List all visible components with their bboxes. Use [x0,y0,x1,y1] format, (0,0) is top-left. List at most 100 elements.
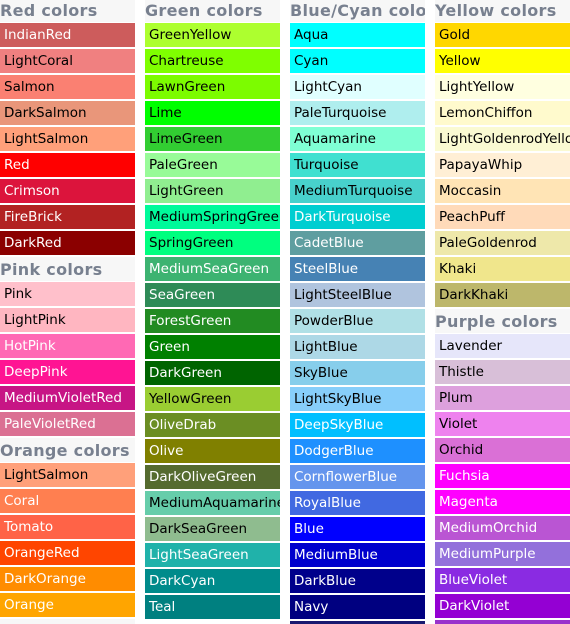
color-swatch[interactable]: Orchid [435,438,570,462]
color-swatch[interactable]: DarkGreen [145,361,280,385]
color-swatch[interactable]: LightGoldenrodYellow [435,127,570,151]
color-swatch[interactable]: Khaki [435,257,570,281]
color-swatch[interactable]: DeepPink [0,360,135,384]
color-swatch[interactable]: CornflowerBlue [290,465,425,489]
color-swatch[interactable]: LightCoral [0,49,135,73]
section-header: Pink colors [0,257,135,281]
color-swatch[interactable]: LightGreen [145,179,280,203]
color-swatch[interactable]: Olive [145,439,280,463]
color-swatch[interactable]: PeachPuff [435,205,570,229]
color-swatch[interactable]: LightSteelBlue [290,283,425,307]
color-swatch[interactable]: DodgerBlue [290,439,425,463]
color-swatch[interactable]: DarkOrchid [435,620,570,624]
color-swatch[interactable]: LightPink [0,308,135,332]
column-yellow-purple: Yellow colors Gold Yellow LightYellow LemonC… [435,0,570,624]
color-swatch[interactable]: Aqua [290,23,425,47]
color-swatch[interactable]: Lime [145,101,280,125]
color-swatch[interactable]: Turquoise [290,153,425,177]
color-swatch[interactable]: RoyalBlue [290,491,425,515]
section-header: Orange colors [0,438,135,462]
color-swatch[interactable]: Teal [145,595,280,619]
color-swatch[interactable]: IndianRed [0,23,135,47]
color-swatch[interactable]: HotPink [0,334,135,358]
color-swatch[interactable]: BlueViolet [435,568,570,592]
color-swatch[interactable]: PaleTurquoise [290,101,425,125]
section-header: Blue/Cyan colors [290,0,425,22]
color-swatch[interactable]: DeepSkyBlue [290,413,425,437]
color-swatch[interactable]: PapayaWhip [435,153,570,177]
color-swatch[interactable]: MediumTurquoise [290,179,425,203]
color-swatch[interactable]: Yellow [435,49,570,73]
section-header: Yellow colors [0,619,135,624]
color-swatch[interactable]: Red [0,153,135,177]
color-swatch[interactable]: LightSalmon [0,463,135,487]
color-swatch[interactable]: PaleVioletRed [0,412,135,436]
color-swatch[interactable]: Blue [290,517,425,541]
color-swatch[interactable]: DarkViolet [435,594,570,618]
color-swatch[interactable]: LimeGreen [145,127,280,151]
color-swatch[interactable]: Chartreuse [145,49,280,73]
color-swatch[interactable]: LightCyan [290,75,425,99]
color-swatch[interactable]: Lavender [435,334,570,358]
color-swatch[interactable]: DarkCyan [145,569,280,593]
color-swatch[interactable]: Moccasin [435,179,570,203]
color-swatch[interactable]: CadetBlue [290,231,425,255]
color-swatch[interactable]: YellowGreen [145,387,280,411]
color-columns: Red colors IndianRed LightCoral Salmon DarkS… [0,0,570,624]
color-swatch[interactable]: GreenYellow [145,23,280,47]
color-swatch[interactable]: MediumBlue [290,543,425,567]
color-swatch[interactable]: LemonChiffon [435,101,570,125]
color-swatch[interactable]: SteelBlue [290,257,425,281]
color-swatch[interactable]: Pink [0,282,135,306]
color-swatch[interactable]: LightSkyBlue [290,387,425,411]
color-swatch[interactable]: DarkSalmon [0,101,135,125]
color-swatch[interactable]: PaleGoldenrod [435,231,570,255]
color-swatch[interactable]: LightBlue [290,335,425,359]
color-swatch[interactable]: Gold [435,23,570,47]
color-swatch[interactable]: Cyan [290,49,425,73]
color-swatch[interactable]: MediumPurple [435,542,570,566]
color-swatch[interactable]: OrangeRed [0,541,135,565]
color-swatch[interactable]: MediumVioletRed [0,386,135,410]
section-header: Green colors [145,0,280,22]
color-swatch[interactable]: DarkTurquoise [290,205,425,229]
color-swatch[interactable]: SpringGreen [145,231,280,255]
color-swatch[interactable]: Aquamarine [290,127,425,151]
color-swatch[interactable]: Thistle [435,360,570,384]
color-swatch[interactable]: Plum [435,386,570,410]
color-swatch[interactable]: Coral [0,489,135,513]
color-swatch[interactable]: LightSalmon [0,127,135,151]
color-swatch[interactable]: MediumOrchid [435,516,570,540]
color-swatch[interactable]: DarkBlue [290,569,425,593]
color-swatch[interactable]: MediumSeaGreen [145,257,280,281]
color-swatch[interactable]: ForestGreen [145,309,280,333]
color-swatch[interactable]: Magenta [435,490,570,514]
color-swatch[interactable]: OliveDrab [145,413,280,437]
color-swatch[interactable]: Crimson [0,179,135,203]
color-swatch[interactable]: MediumSpringGreen [145,205,280,229]
color-swatch[interactable]: LightYellow [435,75,570,99]
color-swatch[interactable]: LawnGreen [145,75,280,99]
color-swatch[interactable]: Orange [0,593,135,617]
color-swatch[interactable]: SkyBlue [290,361,425,385]
color-swatch[interactable]: DarkSeaGreen [145,517,280,541]
color-swatch[interactable]: Fuchsia [435,464,570,488]
color-swatch[interactable]: DarkOrange [0,567,135,591]
color-swatch[interactable]: DarkKhaki [435,283,570,307]
color-swatch[interactable]: DarkOliveGreen [145,465,280,489]
color-swatch[interactable]: PaleGreen [145,153,280,177]
color-swatch[interactable]: Violet [435,412,570,436]
color-swatch[interactable]: Navy [290,595,425,619]
column-red-pink-orange: Red colors IndianRed LightCoral Salmon DarkS… [0,0,135,624]
color-swatch[interactable]: FireBrick [0,205,135,229]
section-header: Yellow colors [435,0,570,22]
color-swatch[interactable]: LightSeaGreen [145,543,280,567]
color-swatch[interactable]: Salmon [0,75,135,99]
color-swatch[interactable]: Tomato [0,515,135,539]
color-swatch[interactable]: Green [145,335,280,359]
section-header: Purple colors [435,309,570,333]
color-swatch[interactable]: MediumAquamarine [145,491,280,515]
color-swatch[interactable]: DarkRed [0,231,135,255]
color-swatch[interactable]: PowderBlue [290,309,425,333]
color-swatch[interactable]: SeaGreen [145,283,280,307]
